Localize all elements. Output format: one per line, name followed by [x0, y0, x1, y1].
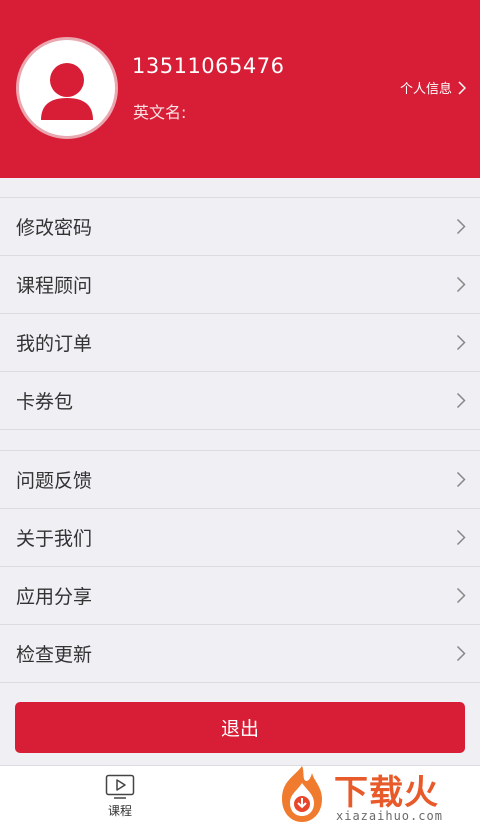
chevron-right-icon: [456, 392, 466, 409]
menu-item-label: 我的订单: [16, 333, 93, 355]
menu-item-label: 关于我们: [16, 528, 93, 550]
chevron-right-icon: [456, 218, 466, 235]
chevron-right-icon: [458, 80, 466, 95]
menu-item-label: 修改密码: [16, 217, 93, 239]
tab-courses[interactable]: 课程: [90, 774, 150, 819]
menu-group-app: 问题反馈 关于我们 应用分享 检查更新: [0, 450, 480, 683]
menu-item-feedback[interactable]: 问题反馈: [0, 451, 480, 509]
chevron-right-icon: [456, 587, 466, 604]
flame-logo-icon: [282, 766, 322, 822]
chevron-right-icon: [456, 529, 466, 546]
menu-item-my-orders[interactable]: 我的订单: [0, 314, 480, 372]
profile-info-link[interactable]: 个人信息: [400, 78, 466, 97]
menu-item-about-us[interactable]: 关于我们: [0, 509, 480, 567]
watermark: 下载火 xiazaihuo.com: [272, 763, 472, 825]
chevron-right-icon: [456, 471, 466, 488]
chevron-right-icon: [456, 276, 466, 293]
logout-button[interactable]: 退出: [15, 702, 465, 753]
avatar[interactable]: [16, 37, 118, 139]
chevron-right-icon: [456, 334, 466, 351]
watermark-domain: xiazaihuo.com: [336, 809, 443, 823]
tab-label: 课程: [107, 804, 132, 818]
watermark-title: 下载火: [334, 773, 439, 813]
menu-item-share-app[interactable]: 应用分享: [0, 567, 480, 625]
user-avatar-icon: [41, 63, 93, 120]
english-name-label: 英文名:: [133, 103, 187, 122]
profile-header: 13511065476 英文名: 个人信息: [0, 0, 480, 178]
menu-item-label: 检查更新: [16, 644, 93, 666]
menu-item-coupon-wallet[interactable]: 卡券包: [0, 372, 480, 430]
menu-item-label: 应用分享: [16, 586, 93, 608]
menu-item-check-update[interactable]: 检查更新: [0, 625, 480, 683]
phone-number: 13511065476: [132, 54, 285, 78]
profile-info-label: 个人信息: [399, 82, 452, 97]
menu-item-label: 卡券包: [16, 391, 74, 413]
menu-item-change-password[interactable]: 修改密码: [0, 198, 480, 256]
menu-item-label: 课程顾问: [16, 275, 93, 297]
menu-item-label: 问题反馈: [16, 470, 93, 492]
menu-item-course-advisor[interactable]: 课程顾问: [0, 256, 480, 314]
chevron-right-icon: [456, 645, 466, 662]
video-icon: [105, 774, 135, 799]
menu-group-account: 修改密码 课程顾问 我的订单 卡券包: [0, 197, 480, 430]
